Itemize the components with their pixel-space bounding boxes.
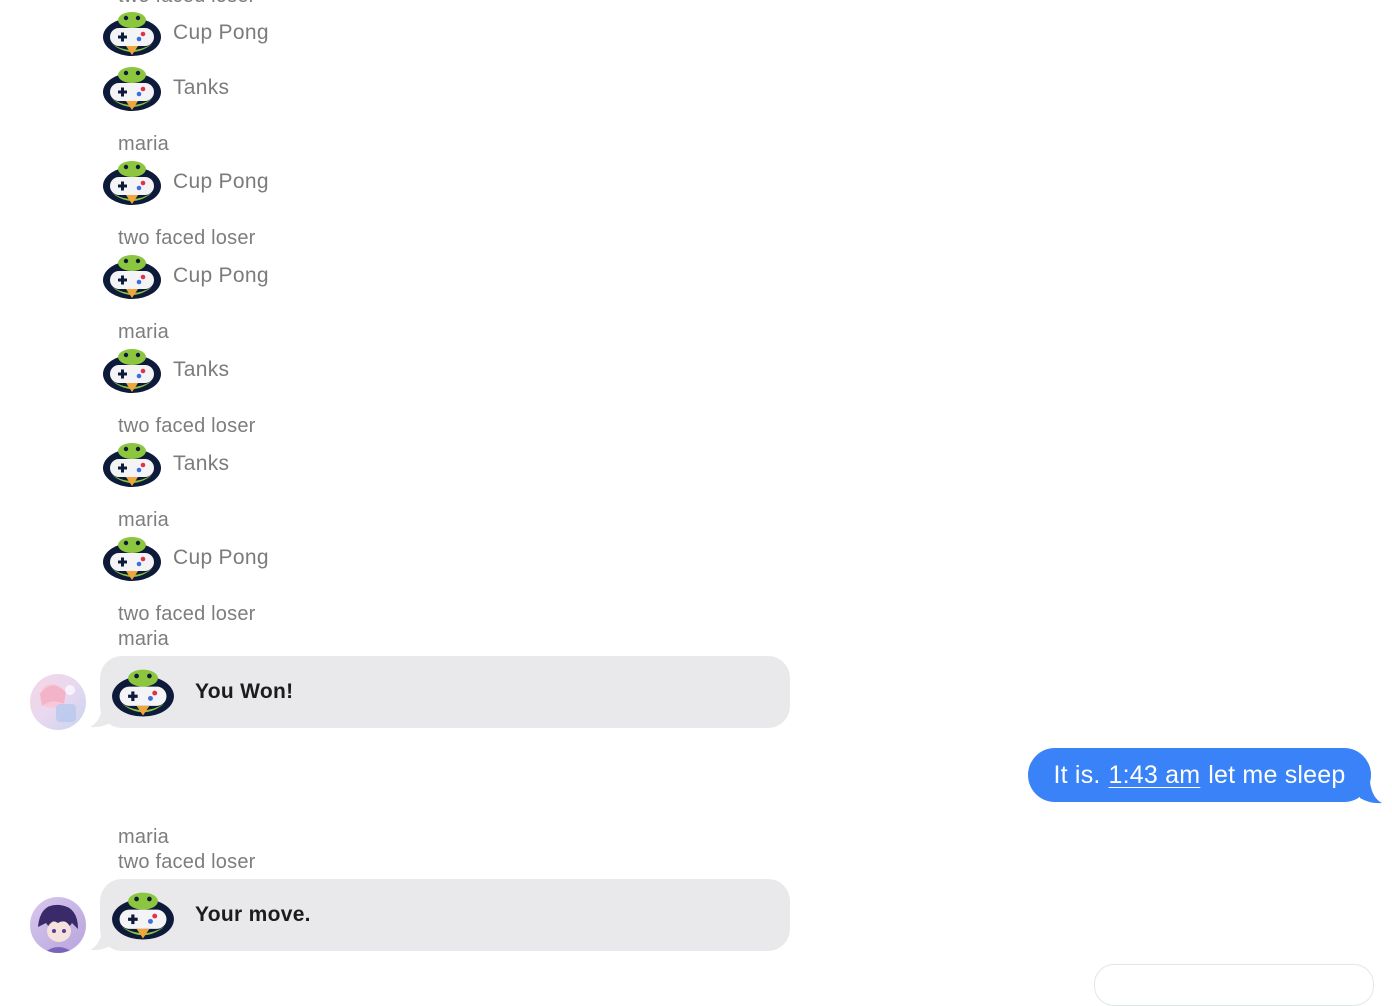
- gamepigeon-controller-icon: [102, 441, 162, 487]
- avatar[interactable]: [30, 897, 86, 953]
- gamepigeon-controller-icon: [102, 159, 162, 205]
- game-name: Cup Pong: [173, 546, 269, 569]
- avatar-anime-purple-icon: [30, 897, 86, 953]
- sender-name: maria: [118, 826, 170, 848]
- game-result-bubble[interactable]: You Won!: [100, 656, 790, 728]
- game-name: Tanks: [173, 452, 230, 475]
- outgoing-message-bubble[interactable]: It is. 1:43 am let me sleep: [1028, 748, 1371, 802]
- sender-name: two faced loser: [118, 415, 256, 437]
- message-text: let me sleep: [1208, 760, 1346, 789]
- sender-name: two faced loser: [118, 603, 256, 625]
- partial-message-bubble[interactable]: [1094, 964, 1374, 1006]
- game-status-text: Your move.: [195, 903, 311, 926]
- gamepigeon-controller-icon: [102, 347, 162, 393]
- game-message[interactable]: Tanks: [102, 348, 229, 392]
- game-name: Tanks: [173, 358, 230, 381]
- gamepigeon-controller-icon: [102, 253, 162, 299]
- avatar[interactable]: [30, 674, 86, 730]
- avatar-anime-pink-icon: [30, 674, 86, 730]
- gamepigeon-controller-icon: [111, 667, 175, 717]
- game-message[interactable]: Cup Pong: [102, 160, 269, 204]
- game-message[interactable]: Cup Pong: [102, 254, 269, 298]
- sender-name: two faced loser: [118, 0, 256, 8]
- game-status-text: You Won!: [195, 680, 294, 703]
- game-name: Cup Pong: [173, 21, 269, 44]
- time-link[interactable]: 1:43 am: [1109, 761, 1201, 790]
- game-name: Cup Pong: [173, 170, 269, 193]
- game-name: Cup Pong: [173, 264, 269, 287]
- gamepigeon-controller-icon: [102, 535, 162, 581]
- gamepigeon-controller-icon: [102, 10, 162, 56]
- message-text: It is.: [1053, 760, 1101, 789]
- sender-name: maria: [118, 321, 170, 343]
- sender-name: maria: [118, 133, 170, 155]
- gamepigeon-controller-icon: [102, 65, 162, 111]
- game-message[interactable]: Tanks: [102, 66, 229, 110]
- sender-name: two faced loser: [118, 851, 256, 873]
- game-name: Tanks: [173, 76, 230, 99]
- game-result-bubble[interactable]: Your move.: [100, 879, 790, 951]
- sender-name: two faced loser: [118, 227, 256, 249]
- sender-name: maria: [118, 509, 170, 531]
- gamepigeon-controller-icon: [111, 890, 175, 940]
- game-message[interactable]: Tanks: [102, 442, 229, 486]
- game-message[interactable]: Cup Pong: [102, 11, 269, 55]
- sender-name: maria: [118, 628, 170, 650]
- game-message[interactable]: Cup Pong: [102, 536, 269, 580]
